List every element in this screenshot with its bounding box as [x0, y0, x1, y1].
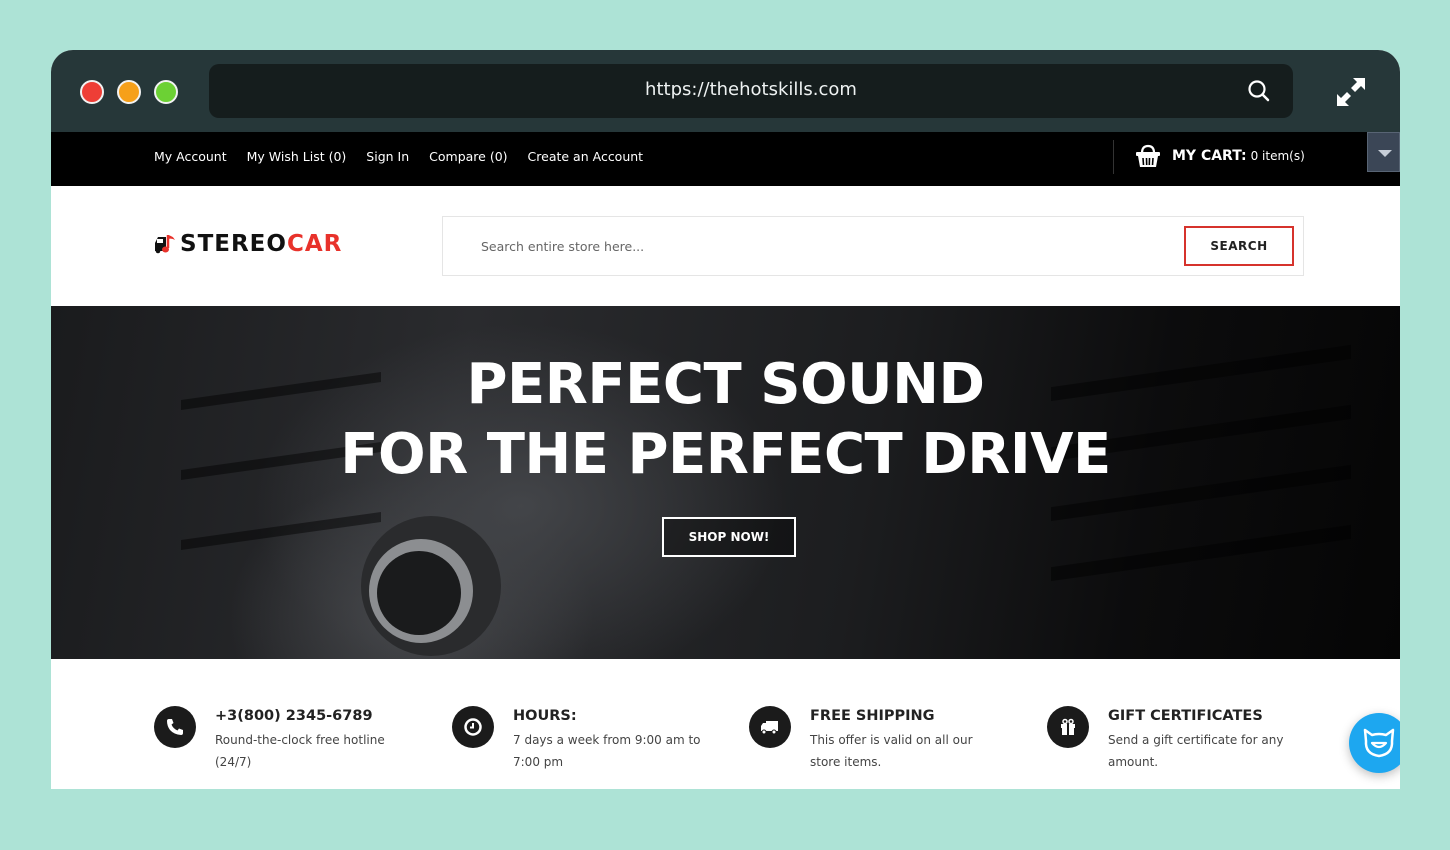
feature-title: +3(800) 2345-6789	[215, 708, 373, 724]
wish-list-link[interactable]: My Wish List (0)	[247, 149, 347, 164]
sign-in-link[interactable]: Sign In	[366, 149, 409, 164]
store-search: SEARCH	[442, 216, 1304, 276]
feature-description: Send a gift certificate for any amount.	[1108, 733, 1284, 769]
chevron-down-icon	[1378, 150, 1392, 157]
feature-description: This offer is valid on all our store ite…	[810, 733, 973, 769]
browser-chrome: https://thehotskills.com	[51, 50, 1400, 132]
cart-count: 0 item(s)	[1250, 149, 1305, 163]
url-text: https://thehotskills.com	[645, 79, 857, 100]
chat-widget-button[interactable]	[1349, 713, 1400, 773]
nav-divider	[1113, 140, 1114, 174]
gift-icon	[1047, 706, 1089, 748]
feature-phone: +3(800) 2345-6789 Round-the-clock free h…	[154, 706, 405, 773]
address-bar[interactable]: https://thehotskills.com	[209, 64, 1293, 118]
hero-image-detail	[181, 511, 381, 551]
feature-shipping: FREE SHIPPING This offer is valid on all…	[749, 706, 1000, 773]
account-links: My Account My Wish List (0) Sign In Comp…	[154, 149, 663, 164]
hero-title: PERFECT SOUND FOR THE PERFECT DRIVE	[51, 350, 1400, 490]
features-bar: +3(800) 2345-6789 Round-the-clock free h…	[51, 659, 1400, 789]
compare-link[interactable]: Compare (0)	[429, 149, 507, 164]
clock-icon	[452, 706, 494, 748]
site-logo[interactable]: STEREO CAR	[154, 231, 342, 257]
cart-dropdown-toggle[interactable]	[1367, 132, 1400, 172]
feature-description: Round-the-clock free hotline (24/7)	[215, 733, 385, 769]
hero-image-detail	[1051, 524, 1351, 582]
logo-text-stereo: STEREO	[180, 231, 287, 257]
maximize-window-button[interactable]	[154, 80, 178, 104]
feature-description: 7 days a week from 9:00 am to 7:00 pm	[513, 733, 701, 769]
browser-window: https://thehotskills.com My Account My W…	[51, 50, 1400, 789]
top-nav-bar: My Account My Wish List (0) Sign In Comp…	[51, 132, 1400, 186]
feature-title: GIFT CERTIFICATES	[1108, 708, 1263, 724]
mini-cart[interactable]: MY CART: 0 item(s)	[1135, 144, 1305, 168]
volume-knob-image	[361, 516, 501, 656]
cart-label: MY CART:	[1172, 148, 1247, 164]
hero-banner: PERFECT SOUND FOR THE PERFECT DRIVE SHOP…	[51, 306, 1400, 659]
phone-icon	[154, 706, 196, 748]
close-window-button[interactable]	[80, 80, 104, 104]
search-button[interactable]: SEARCH	[1184, 226, 1294, 266]
car-music-note-icon	[155, 235, 175, 254]
search-input[interactable]	[481, 235, 1161, 257]
cat-mascot-icon	[1363, 728, 1395, 758]
expand-icon[interactable]	[1335, 76, 1367, 108]
minimize-window-button[interactable]	[117, 80, 141, 104]
feature-title: FREE SHIPPING	[810, 708, 935, 724]
basket-icon	[1136, 144, 1160, 167]
shop-now-button[interactable]: SHOP NOW!	[662, 517, 796, 557]
search-icon[interactable]	[1247, 79, 1271, 103]
feature-hours: HOURS: 7 days a week from 9:00 am to 7:0…	[452, 706, 703, 773]
hero-title-line-2: FOR THE PERFECT DRIVE	[340, 422, 1111, 487]
truck-icon	[749, 706, 791, 748]
feature-title: HOURS:	[513, 708, 577, 724]
hero-title-line-1: PERFECT SOUND	[466, 352, 985, 417]
feature-gift: GIFT CERTIFICATES Send a gift certificat…	[1047, 706, 1298, 773]
logo-text-car: CAR	[286, 231, 343, 257]
create-account-link[interactable]: Create an Account	[528, 149, 644, 164]
my-account-link[interactable]: My Account	[154, 149, 227, 164]
